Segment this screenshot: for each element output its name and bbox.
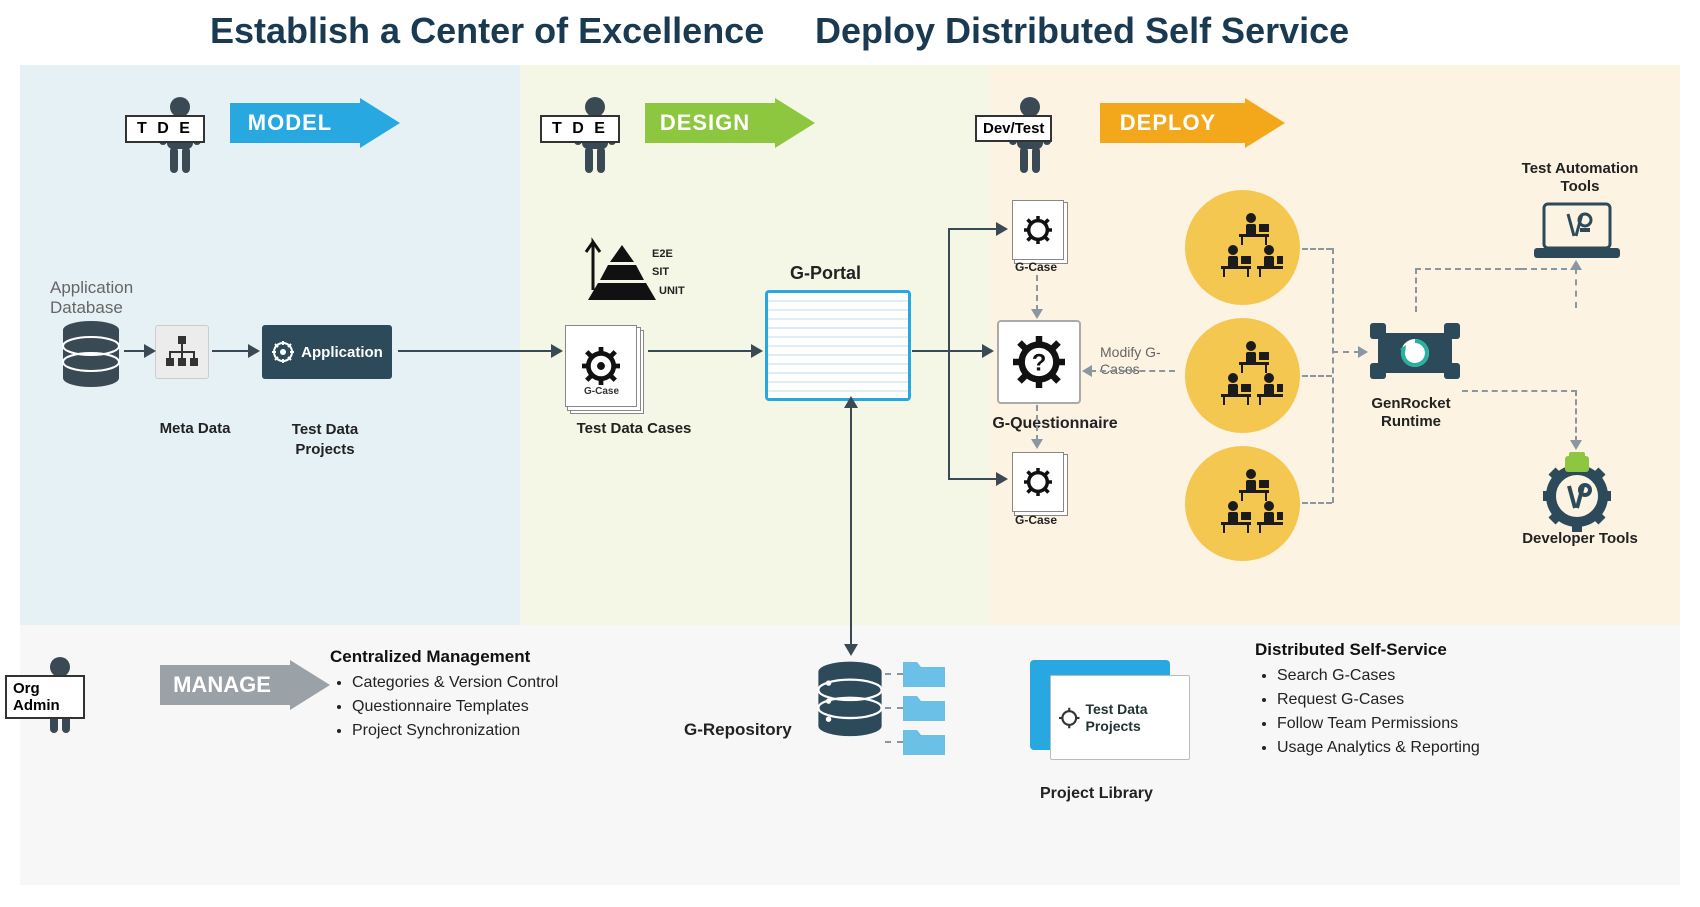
svg-text:UNIT: UNIT — [659, 285, 685, 297]
label-g-questionnaire: G-Questionnaire — [975, 415, 1135, 433]
application-card: Application — [262, 325, 392, 379]
label-application-database: Application Database — [50, 278, 170, 318]
stage-label-manage: MANAGE — [173, 672, 271, 697]
developer-tools-icon — [1535, 450, 1620, 540]
centralized-management-block: Centralized Management Categories & Vers… — [330, 647, 640, 743]
person-tde-design: T D E — [570, 95, 620, 180]
team-desks-icon — [1203, 338, 1283, 418]
stage-arrow-deploy: DEPLOY — [1100, 98, 1285, 148]
self-service-title: Distributed Self-Service — [1255, 640, 1605, 660]
database-icon — [60, 320, 122, 395]
self-service-item: Request G-Cases — [1277, 688, 1605, 712]
label-meta-data: Meta Data — [145, 420, 245, 437]
repository-folders — [895, 660, 955, 765]
metadata-icon — [155, 325, 209, 379]
role-tag-org-admin: Org Admin — [5, 675, 85, 719]
stage-arrow-model: MODEL — [230, 98, 400, 148]
label-modify-gcases: Modify G-Cases — [1100, 344, 1170, 378]
stage-label-model: MODEL — [248, 110, 332, 135]
gear-icon — [582, 347, 620, 385]
label-test-data-cases: Test Data Cases — [554, 420, 714, 437]
label-project-library: Project Library — [1040, 785, 1153, 803]
stage-arrow-manage: MANAGE — [160, 660, 330, 710]
team-desks-icon — [1203, 466, 1283, 546]
team-circle — [1185, 446, 1300, 561]
svg-text:SIT: SIT — [652, 266, 669, 278]
diagram-canvas: Establish a Center of Excellence Deploy … — [0, 0, 1700, 907]
application-label: Application — [301, 344, 383, 361]
person-org-admin: Org Admin — [35, 655, 85, 740]
gear-icon — [1024, 216, 1052, 244]
team-circle — [1185, 318, 1300, 433]
label-test-automation-tools: Test Automation Tools — [1510, 160, 1650, 196]
gcase-tiny-label: G-Case — [584, 386, 619, 397]
mgmt-item: Project Synchronization — [352, 719, 640, 743]
g-repository-icon — [815, 660, 885, 745]
mgmt-item: Categories & Version Control — [352, 671, 640, 695]
label-genrocket-runtime: GenRocket Runtime — [1351, 395, 1471, 431]
label-g-repository: G-Repository — [684, 720, 792, 740]
project-library-card-label: Test Data Projects — [1086, 701, 1182, 735]
team-desks-icon — [1203, 210, 1283, 290]
person-devtest: Dev/Test — [1005, 95, 1055, 180]
label-gcase: G-Case — [1015, 513, 1057, 527]
team-circle — [1185, 190, 1300, 305]
gear-question-icon: ? — [1013, 336, 1065, 388]
gear-icon — [271, 340, 295, 364]
gear-icon — [1024, 468, 1052, 496]
g-questionnaire-card: ? — [997, 320, 1081, 404]
self-service-item: Search G-Cases — [1277, 664, 1605, 688]
stage-arrow-design: DESIGN — [645, 98, 815, 148]
title-establish-coe: Establish a Center of Excellence — [210, 10, 764, 52]
stage-label-deploy: DEPLOY — [1120, 110, 1216, 135]
genrocket-runtime-icon — [1370, 315, 1460, 392]
person-tde-model: T D E — [155, 95, 205, 180]
role-tag-devtest: Dev/Test — [975, 115, 1052, 142]
gcase-document — [1012, 200, 1064, 260]
gcase-document — [1012, 452, 1064, 512]
role-tag-tde: T D E — [540, 115, 620, 143]
svg-text:E2E: E2E — [652, 248, 673, 260]
mgmt-item: Questionnaire Templates — [352, 695, 640, 719]
title-deploy-self-service: Deploy Distributed Self Service — [815, 10, 1349, 52]
g-portal-screenshot — [765, 290, 911, 401]
test-pyramid-icon: E2E SIT UNIT — [560, 230, 690, 315]
label-developer-tools: Developer Tools — [1520, 530, 1640, 548]
self-service-item: Follow Team Permissions — [1277, 712, 1605, 736]
centralized-management-title: Centralized Management — [330, 647, 640, 667]
distributed-self-service-block: Distributed Self-Service Search G-Cases … — [1255, 640, 1605, 760]
label-test-data-projects: Test Data Projects — [265, 420, 385, 459]
gear-icon — [1059, 705, 1080, 731]
label-g-portal: G-Portal — [790, 263, 861, 284]
svg-text:?: ? — [1032, 350, 1047, 377]
stage-label-design: DESIGN — [660, 110, 750, 135]
gcase-document-stack: G-Case — [565, 325, 637, 407]
project-library-card: Test Data Projects — [1030, 660, 1190, 760]
role-tag-tde: T D E — [125, 115, 205, 143]
label-gcase: G-Case — [1015, 260, 1057, 274]
self-service-item: Usage Analytics & Reporting — [1277, 736, 1605, 760]
